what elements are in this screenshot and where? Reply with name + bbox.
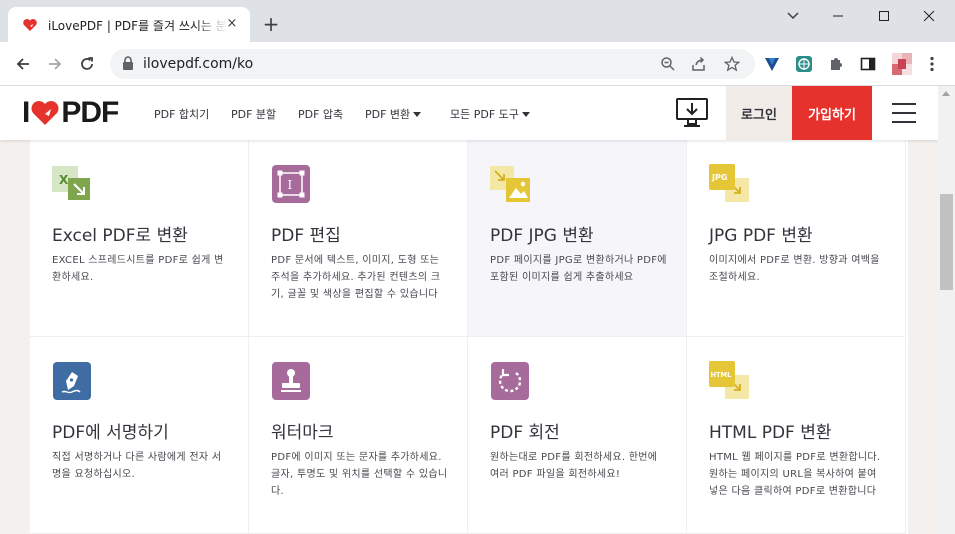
- browser-tab-active[interactable]: iLovePDF | PDF를 즐겨 쓰시는 분들을 ×: [8, 7, 250, 42]
- hamburger-menu-icon[interactable]: [892, 103, 916, 123]
- tab-close-icon[interactable]: ×: [224, 16, 240, 32]
- excel-icon-letter: X: [59, 173, 69, 187]
- profile-avatar[interactable]: [892, 53, 912, 75]
- tool-description: 직접 서명하거나 다른 사람에게 전자 서명을 요청하십시오.: [52, 452, 222, 480]
- html-to-pdf-icon: HTML: [709, 361, 749, 399]
- tool-title: JPG PDF 변환: [709, 226, 813, 246]
- browser-tab-strip: iLovePDF | PDF를 즐겨 쓰시는 분들을 × +: [0, 0, 955, 42]
- new-tab-button[interactable]: +: [260, 13, 282, 35]
- logo-letters-pdf: PDF: [61, 96, 119, 129]
- tool-title: HTML PDF 변환: [709, 423, 832, 443]
- desktop-app-download-icon[interactable]: [676, 98, 708, 128]
- tools-grid: X Excel PDF로 변환 EXCEL 스프레드시트를 PDF로 쉽게 변환…: [30, 140, 908, 534]
- tool-card-sign-pdf[interactable]: PDF에 서명하기 직접 서명하거나 다른 사람에게 전자 서명을 요청하십시오…: [30, 337, 249, 534]
- scroll-up-arrow-icon[interactable]: [942, 91, 950, 96]
- nav-label: 모든 PDF 도구: [450, 108, 519, 121]
- nav-merge-pdf[interactable]: PDF 합치기: [154, 106, 209, 122]
- jpg-icon-text: JPG: [711, 173, 727, 182]
- site-header: I PDF PDF 합치기 PDF 분할 PDF 압축 PDF 변환 모든 PD…: [0, 86, 938, 140]
- tool-title: Excel PDF로 변환: [52, 226, 188, 246]
- edit-pdf-icon: I: [272, 165, 310, 203]
- more-menu-icon[interactable]: [922, 54, 942, 74]
- forward-arrow-icon[interactable]: [41, 50, 69, 78]
- nav-label: PDF 분할: [231, 108, 277, 121]
- nav-compress-pdf[interactable]: PDF 압축: [298, 106, 343, 122]
- logo-heart-icon: [31, 101, 59, 125]
- html-icon-text: HTML: [711, 371, 733, 379]
- tool-title: PDF 편집: [271, 226, 341, 246]
- tab-search-chevron-icon[interactable]: [778, 5, 808, 27]
- reload-icon[interactable]: [73, 50, 101, 78]
- pdf-to-jpg-icon: [490, 166, 530, 202]
- extension-globe-icon[interactable]: [794, 54, 814, 74]
- tool-title: PDF에 서명하기: [52, 423, 169, 443]
- tool-description: 원하는대로 PDF를 회전하세요. 한번에 여러 PDF 파일을 회전하세요!: [490, 452, 658, 480]
- excel-to-pdf-icon: X: [52, 166, 90, 200]
- tool-description: 이미지에서 PDF로 변환. 방향과 여백을 조절하세요.: [709, 255, 880, 283]
- nav-label: PDF 합치기: [154, 108, 210, 121]
- edit-icon-letter: I: [288, 178, 293, 192]
- tool-title: 워터마크: [271, 423, 334, 443]
- vpn-extension-icon[interactable]: [762, 54, 782, 74]
- tool-description: PDF 문서에 텍스트, 이미지, 도형 또는 주석을 추가하세요. 추가된 컨…: [271, 255, 441, 300]
- watermark-icon: [272, 362, 310, 400]
- maximize-window-icon[interactable]: [869, 5, 899, 27]
- tab-title: iLovePDF | PDF를 즐겨 쓰시는 분들을: [48, 19, 228, 33]
- scrollbar-thumb[interactable]: [940, 194, 953, 290]
- ilovepdf-favicon-icon: [23, 19, 37, 31]
- nav-all-tools[interactable]: 모든 PDF 도구: [450, 106, 530, 122]
- tool-card-html-to-pdf[interactable]: HTML HTML PDF 변환 HTML 웹 페이지를 PDF로 변환합니다.…: [687, 337, 906, 534]
- lock-icon[interactable]: [122, 56, 134, 71]
- sign-pdf-icon: [53, 362, 91, 400]
- page-scrollbar[interactable]: [938, 86, 955, 534]
- bookmark-star-icon[interactable]: [722, 54, 742, 74]
- tool-card-watermark[interactable]: 워터마크 PDF에 이미지 또는 문자를 추가하세요. 글자, 투명도 및 위치…: [249, 337, 468, 534]
- share-icon[interactable]: [689, 54, 709, 74]
- tool-card-jpg-to-pdf[interactable]: JPG JPG PDF 변환 이미지에서 PDF로 변환. 방향과 여백을 조절…: [687, 140, 906, 337]
- tool-title: PDF JPG 변환: [490, 226, 594, 246]
- login-button[interactable]: 로그인: [726, 86, 792, 140]
- extensions-puzzle-icon[interactable]: [826, 54, 846, 74]
- browser-toolbar: ilovepdf.com/ko: [0, 42, 955, 86]
- tool-description: HTML 웹 페이지를 PDF로 변환합니다. 원하는 페이지의 URL을 복사…: [709, 452, 881, 497]
- caret-down-icon: [413, 112, 422, 117]
- back-arrow-icon[interactable]: [9, 50, 37, 78]
- tool-card-pdf-to-jpg[interactable]: PDF JPG 변환 PDF 페이지를 JPG로 변환하거나 PDF에 포함된 …: [468, 140, 687, 337]
- jpg-to-pdf-icon: JPG: [709, 164, 749, 202]
- close-window-icon[interactable]: [914, 5, 944, 27]
- zoom-icon[interactable]: [658, 54, 678, 74]
- page-viewport: I PDF PDF 합치기 PDF 분할 PDF 압축 PDF 변환 모든 PD…: [0, 86, 938, 534]
- minimize-window-icon[interactable]: [823, 5, 853, 27]
- tool-description: EXCEL 스프레드시트를 PDF로 쉽게 변환하세요.: [52, 255, 224, 283]
- tool-card-rotate-pdf[interactable]: PDF 회전 원하는대로 PDF를 회전하세요. 한번에 여러 PDF 파일을 …: [468, 337, 687, 534]
- tool-description: PDF에 이미지 또는 문자를 추가하세요. 글자, 투명도 및 위치를 선택할…: [271, 452, 448, 497]
- tool-description: PDF 페이지를 JPG로 변환하거나 PDF에 포함된 이미지를 쉽게 추출하…: [490, 255, 667, 283]
- tool-title: PDF 회전: [490, 423, 560, 443]
- ilovepdf-logo[interactable]: I PDF: [22, 96, 119, 129]
- logo-letter-i: I: [22, 96, 30, 129]
- nav-convert-pdf[interactable]: PDF 변환: [365, 106, 422, 122]
- signup-button[interactable]: 가입하기: [792, 86, 872, 140]
- side-panel-icon[interactable]: [858, 54, 878, 74]
- address-bar[interactable]: ilovepdf.com/ko: [110, 49, 755, 79]
- tool-card-edit-pdf[interactable]: I PDF 편집 PDF 문서에 텍스트, 이미지, 도형 또는 주석을 추가하…: [249, 140, 468, 337]
- tool-card-excel-to-pdf[interactable]: X Excel PDF로 변환 EXCEL 스프레드시트를 PDF로 쉽게 변환…: [30, 140, 249, 337]
- rotate-pdf-icon: [491, 362, 529, 400]
- nav-label: PDF 압축: [298, 108, 344, 121]
- nav-split-pdf[interactable]: PDF 분할: [231, 106, 276, 122]
- caret-down-icon: [521, 112, 530, 117]
- nav-label: PDF 변환: [365, 108, 411, 121]
- url-text[interactable]: ilovepdf.com/ko: [143, 56, 253, 72]
